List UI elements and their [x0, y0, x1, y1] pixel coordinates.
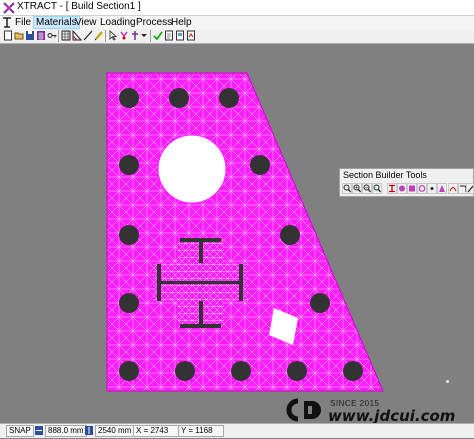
rebar[interactable] [280, 225, 300, 245]
rebar[interactable] [119, 225, 139, 245]
open-icon[interactable] [14, 30, 24, 41]
rebar[interactable] [219, 88, 239, 108]
zoom-out-icon[interactable] [362, 183, 372, 194]
zoom-icon[interactable] [342, 183, 352, 194]
pointer-icon[interactable] [108, 30, 118, 41]
section-builder-tools-panel[interactable]: Section Builder Tools [339, 168, 474, 197]
zoom-in-icon[interactable] [352, 183, 362, 194]
section-canvas[interactable] [0, 44, 474, 392]
pencil-icon[interactable] [94, 30, 104, 41]
zoom-fit-icon[interactable] [372, 183, 382, 194]
menu-bar: File Materials View Loading Process Help [0, 16, 474, 29]
cursor-y: Y = 1168 [178, 425, 224, 437]
snap-indicator[interactable]: SNAP [6, 425, 34, 437]
page-icon[interactable] [175, 30, 185, 41]
new-icon[interactable] [3, 30, 13, 41]
ibeam-icon[interactable] [387, 183, 397, 194]
grid-icon[interactable] [61, 30, 71, 41]
circle-icon[interactable] [397, 183, 407, 194]
color-icon[interactable] [119, 30, 129, 41]
check-icon[interactable] [153, 30, 163, 41]
save-icon[interactable] [25, 30, 35, 41]
rebar[interactable] [175, 361, 195, 381]
title-bar: XTRACT - [ Build Section1 ] [0, 0, 474, 16]
toolbar-separator [105, 30, 106, 42]
xtract-app-icon [3, 1, 15, 14]
rebar[interactable] [119, 361, 139, 381]
status-bar: SNAP 888.0 mm 2540 mm X = 2743 Y = 1168 [0, 423, 474, 438]
doc-icon[interactable] [164, 30, 174, 41]
height-icon [84, 425, 94, 436]
polygon-icon[interactable] [437, 183, 447, 194]
menu-loading[interactable]: Loading [98, 16, 138, 29]
rect-icon[interactable] [407, 183, 417, 194]
bar-icon[interactable] [466, 183, 474, 194]
xt-small-icon[interactable] [0, 16, 14, 29]
menu-view[interactable]: View [73, 16, 99, 29]
canvas-dot [446, 380, 449, 383]
section-drawing[interactable] [0, 44, 474, 392]
rebar[interactable] [343, 361, 363, 381]
watermark-logo [286, 398, 321, 422]
main-toolbar [0, 29, 474, 44]
watermark: SINCE 2015 www.jdcui.com [282, 397, 462, 425]
ring-icon[interactable] [417, 183, 427, 194]
menu-file[interactable]: File [13, 16, 33, 29]
toolbar-separator [58, 30, 59, 42]
toolbar-separator [150, 30, 151, 42]
dropdown-icon[interactable] [139, 30, 149, 41]
section-width: 888.0 mm [45, 425, 87, 437]
export-icon[interactable] [186, 30, 196, 41]
key-icon[interactable] [47, 30, 57, 41]
properties-icon[interactable] [36, 30, 46, 41]
menu-help[interactable]: Help [169, 16, 194, 29]
rebar[interactable] [119, 88, 139, 108]
width-icon [34, 425, 44, 436]
point-icon[interactable] [427, 183, 437, 194]
concrete-section[interactable] [106, 72, 384, 392]
rebar[interactable] [310, 293, 330, 313]
cursor-x: X = 2743 [133, 425, 179, 437]
rebar[interactable] [119, 155, 139, 175]
section-height: 2540 mm [95, 425, 135, 437]
line-icon[interactable] [83, 30, 93, 41]
rebar[interactable] [287, 361, 307, 381]
rebar[interactable] [250, 155, 270, 175]
arc-icon[interactable] [448, 183, 458, 194]
mesh-icon[interactable] [72, 30, 82, 41]
rebar[interactable] [231, 361, 251, 381]
window-title: XTRACT - [ Build Section1 ] [17, 1, 141, 12]
rebar[interactable] [169, 88, 189, 108]
rebar[interactable] [119, 293, 139, 313]
section-builder-tools-title: Section Builder Tools [343, 170, 427, 180]
